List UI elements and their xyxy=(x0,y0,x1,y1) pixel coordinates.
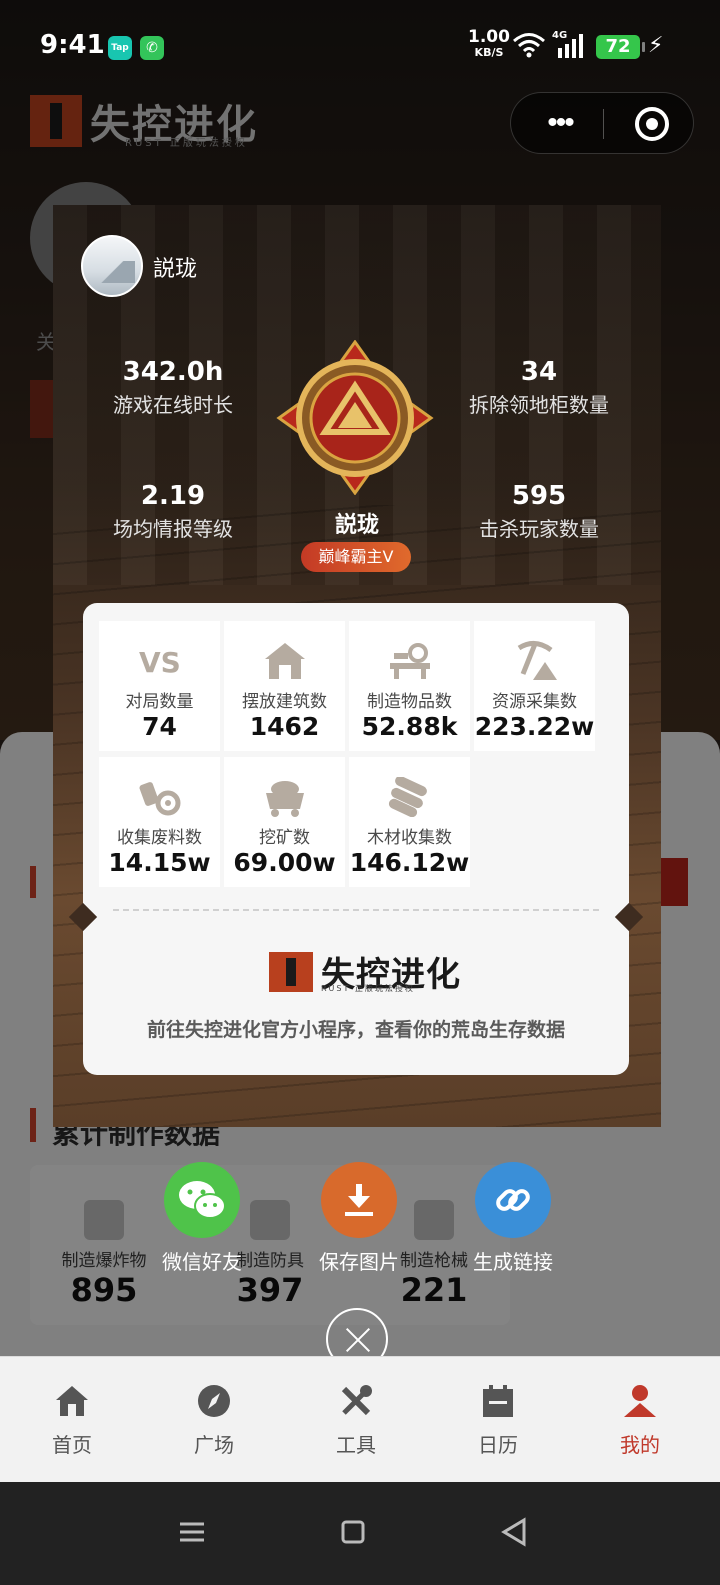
more-options-button[interactable]: ••• xyxy=(535,108,585,138)
network-speed-unit: KB/S xyxy=(474,46,504,59)
stat-value: 342.0h xyxy=(122,357,224,387)
network-speed: 1.00 KB/S xyxy=(468,27,510,60)
grid-label: 对局数量 xyxy=(125,692,194,712)
tab-tools[interactable]: 工具 xyxy=(296,1379,416,1458)
share-label: 微信好友 xyxy=(162,1250,242,1274)
stat-value: 595 xyxy=(511,481,567,511)
grid-label: 资源采集数 xyxy=(492,692,577,712)
status-time: 9:41 xyxy=(40,30,105,60)
grid-label: 木材收集数 xyxy=(367,828,452,848)
system-navigation-bar xyxy=(0,1482,720,1585)
signal-icon xyxy=(558,34,583,58)
brand-mark-icon xyxy=(269,951,313,992)
stat-intel-level: 2.19 场均情报等级 xyxy=(63,481,283,542)
panel-logo-sub: RUST 正版玩法授权 xyxy=(321,984,415,993)
logs-icon xyxy=(349,775,470,819)
phone-notification-icon: ✆ xyxy=(140,36,164,60)
home-square-icon[interactable] xyxy=(333,1512,373,1552)
svg-text:VS: VS xyxy=(139,646,181,676)
charging-icon: ⚡ xyxy=(648,33,664,58)
miniprogram-capsule: ••• xyxy=(510,92,694,154)
tab-label: 工具 xyxy=(336,1433,376,1457)
profile-icon xyxy=(580,1379,700,1423)
wifi-icon xyxy=(513,33,545,58)
house-icon xyxy=(224,639,345,683)
grid-value: 14.15w xyxy=(108,848,211,877)
dashed-divider xyxy=(113,909,599,911)
stat-value: 2.19 xyxy=(140,481,206,511)
grid-cell-matches: VS 对局数量 74 xyxy=(99,621,220,751)
stats-panel: VS 对局数量 74 摆放建筑数 1462 制造物品数 52.88k 资源采集数… xyxy=(68,603,644,1075)
tab-label: 我的 xyxy=(620,1433,660,1457)
grid-label: 挖矿数 xyxy=(259,828,310,848)
rank-badge: 巅峰霸主V xyxy=(301,542,411,572)
status-bar: 9:41 Tap ✆ 1.00 KB/S 4G 72 ⚡ xyxy=(0,0,720,90)
stat-label: 场均情报等级 xyxy=(113,517,233,541)
download-icon[interactable] xyxy=(321,1162,397,1238)
link-icon[interactable] xyxy=(475,1162,551,1238)
player-name: 説珑 xyxy=(334,513,379,538)
panel-cta: 前往失控进化官方小程序，查看你的荒岛生存数据 xyxy=(146,1019,565,1041)
grid-value: 1462 xyxy=(249,712,320,741)
home-icon xyxy=(12,1379,132,1423)
share-wechat-button[interactable]: 微信好友 xyxy=(142,1162,262,1275)
taptap-notification-icon: Tap xyxy=(108,36,132,60)
grid-cell-resources: 资源采集数 223.22w xyxy=(474,621,595,751)
tab-label: 广场 xyxy=(194,1433,234,1457)
stat-value: 34 xyxy=(520,357,558,387)
tab-profile[interactable]: 我的 xyxy=(580,1379,700,1458)
tab-bar: 首页 广场 工具 日历 我的 xyxy=(0,1356,720,1482)
grid-cell-mining: 挖矿数 69.00w xyxy=(224,757,345,887)
grid-value: 74 xyxy=(142,712,177,741)
avatar xyxy=(81,235,143,297)
share-label: 生成链接 xyxy=(473,1250,553,1274)
grid-label: 收集废料数 xyxy=(117,828,202,848)
stat-label: 游戏在线时长 xyxy=(113,393,233,417)
stat-label: 击杀玩家数量 xyxy=(479,517,599,541)
calendar-icon xyxy=(438,1379,558,1423)
grid-cell-crafted: 制造物品数 52.88k xyxy=(349,621,470,751)
generate-link-button[interactable]: 生成链接 xyxy=(453,1162,573,1275)
menu-icon[interactable] xyxy=(172,1512,212,1552)
grid-label: 制造物品数 xyxy=(367,692,452,712)
grid-cell-buildings: 摆放建筑数 1462 xyxy=(224,621,345,751)
battery-icon: 72 xyxy=(596,35,645,59)
grid-cell-wood: 木材收集数 146.12w xyxy=(349,757,470,887)
compass-icon xyxy=(154,1379,274,1423)
minecart-icon xyxy=(224,775,345,819)
network-speed-value: 1.00 xyxy=(468,27,510,47)
close-miniprogram-button[interactable] xyxy=(635,107,669,141)
card-username: 説珑 xyxy=(153,257,198,282)
stat-tc-destroyed: 34 拆除领地柜数量 xyxy=(429,357,649,418)
stat-online-hours: 342.0h 游戏在线时长 xyxy=(63,357,283,418)
stat-kills: 595 击杀玩家数量 xyxy=(429,481,649,542)
capsule-divider xyxy=(603,109,604,139)
rank-badge-icon xyxy=(276,340,434,495)
pickaxe-icon xyxy=(474,639,595,683)
share-label: 保存图片 xyxy=(319,1250,399,1274)
grid-value: 69.00w xyxy=(233,848,336,877)
grid-label: 摆放建筑数 xyxy=(242,692,327,712)
back-icon[interactable] xyxy=(494,1512,534,1552)
screen: 失控进化 RUST 正版玩法授权 关 累计制作数据 制造爆炸物 895 制造防具… xyxy=(0,0,720,1585)
save-image-button[interactable]: 保存图片 xyxy=(299,1162,419,1275)
grid-value: 223.22w xyxy=(474,712,595,741)
wechat-icon[interactable] xyxy=(164,1162,240,1238)
tab-home[interactable]: 首页 xyxy=(12,1379,132,1458)
stat-label: 拆除领地柜数量 xyxy=(469,393,609,417)
share-card: 説珑 342.0h 游戏在线时长 34 拆除领地柜数量 2.19 场均情报等级 … xyxy=(53,205,661,1127)
workbench-icon xyxy=(349,639,470,683)
tab-calendar[interactable]: 日历 xyxy=(438,1379,558,1458)
vs-icon: VS xyxy=(99,639,220,683)
grid-value: 146.12w xyxy=(349,848,470,877)
tab-label: 首页 xyxy=(52,1433,92,1457)
panel-logo: 失控进化 RUST 正版玩法授权 xyxy=(269,947,461,996)
tools-icon xyxy=(296,1379,416,1423)
tab-plaza[interactable]: 广场 xyxy=(154,1379,274,1458)
grid-value: 52.88k xyxy=(361,712,458,741)
scrap-icon xyxy=(99,775,220,819)
tab-label: 日历 xyxy=(478,1433,518,1457)
grid-cell-scrap: 收集废料数 14.15w xyxy=(99,757,220,887)
